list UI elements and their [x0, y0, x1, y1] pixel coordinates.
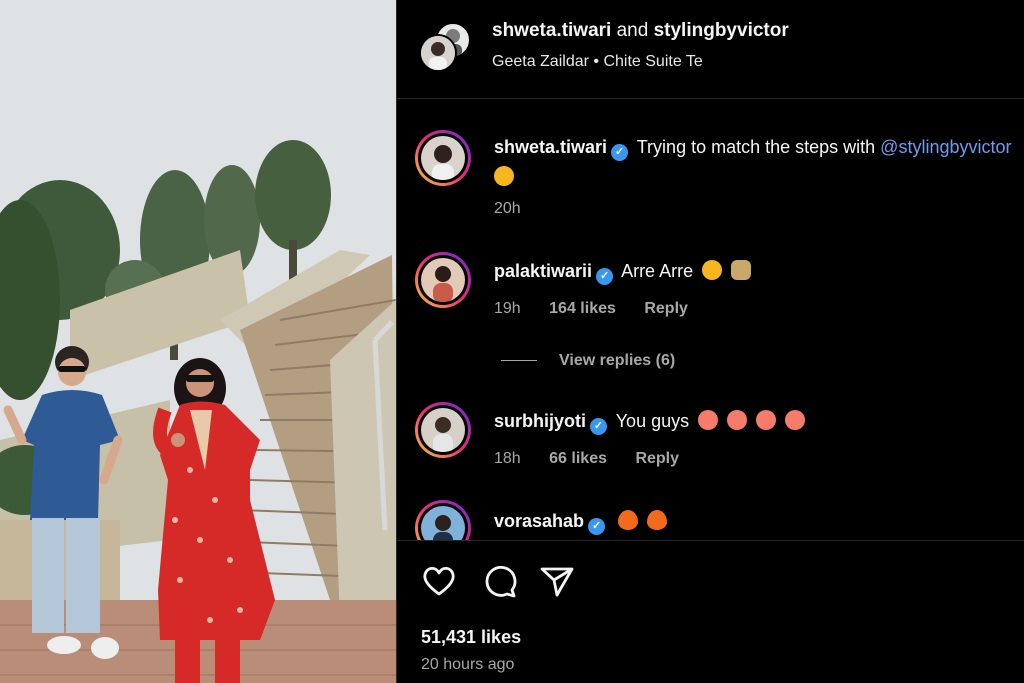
comment-body: Arre Arre [621, 261, 694, 281]
caption-username[interactable]: shweta.tiwari [494, 137, 607, 157]
verified-badge-icon: ✓ [588, 518, 606, 535]
divider-line [501, 360, 537, 362]
audio-artist[interactable]: Geeta Zaildar [492, 53, 589, 70]
post-time[interactable]: 20 hours ago [421, 656, 514, 674]
likes-count[interactable]: 51,431 likes [421, 627, 521, 648]
comment-username[interactable]: surbhijyoti [494, 411, 586, 431]
comment-likes[interactable]: 164 likes [549, 300, 616, 317]
comment-time[interactable]: 19h [494, 300, 521, 317]
comment-icon[interactable] [479, 561, 519, 601]
folded-hands-emoji-icon [731, 260, 752, 280]
comment-clip: vorasahab ✓ [397, 490, 1024, 540]
post-actions: 51,431 likes 20 hours ago [397, 540, 1024, 683]
comment-avatar[interactable] [415, 402, 471, 458]
heart-eyes-emoji-icon [756, 410, 777, 430]
heart-eyes-emoji-icon [727, 410, 748, 430]
reply-button[interactable]: Reply [635, 450, 679, 467]
caption-emoji [494, 166, 514, 188]
comment-text: palaktiwarii ✓ Arre Arre [494, 260, 752, 285]
audio-track[interactable]: Chite Suite Te [603, 53, 702, 70]
comment-body: You guys [615, 411, 690, 431]
comment-avatar[interactable] [415, 500, 471, 540]
post-media[interactable] [0, 0, 396, 683]
collaborator-username[interactable]: stylingbyvictor [654, 20, 789, 41]
caption-text: shweta.tiwari ✓ Trying to match the steps… [494, 137, 1011, 161]
comment-username[interactable]: vorasahab [494, 511, 584, 531]
share-icon[interactable] [537, 561, 577, 601]
heart-eyes-emoji-icon [698, 410, 719, 430]
heart-icon[interactable] [419, 561, 459, 601]
heart-eyes-emoji-icon [785, 410, 806, 430]
pleading-face-emoji-icon [702, 260, 723, 280]
reply-button[interactable]: Reply [644, 300, 688, 317]
caption-meta: 20h [494, 200, 545, 218]
verified-badge-icon: ✓ [590, 418, 608, 435]
fire-emoji-icon [618, 510, 639, 530]
comment-avatar[interactable] [415, 252, 471, 308]
post-panel: shweta.tiwari and stylingbyvictor Geeta … [396, 0, 1024, 683]
verified-badge-icon: ✓ [596, 268, 614, 285]
dizzy-face-emoji-icon [494, 166, 514, 186]
comment-time[interactable]: 18h [494, 450, 521, 467]
audio-separator: • [593, 53, 599, 70]
view-replies-button[interactable]: View replies (6) [501, 352, 675, 370]
author-avatar[interactable] [419, 34, 457, 72]
post-header: shweta.tiwari and stylingbyvictor Geeta … [397, 0, 1024, 99]
comment-meta: 19h 164 likes Reply [494, 300, 712, 318]
comment-text: surbhijyoti ✓ You guys [494, 410, 806, 435]
comment-text: vorasahab ✓ [494, 510, 668, 535]
view-replies-label: View replies (6) [559, 352, 676, 369]
comment-username[interactable]: palaktiwarii [494, 261, 592, 281]
verified-badge-icon: ✓ [611, 144, 629, 161]
fire-emoji-icon [647, 510, 668, 530]
authors-connector: and [616, 20, 649, 41]
post-authors: shweta.tiwari and stylingbyvictor [492, 20, 789, 42]
author-username[interactable]: shweta.tiwari [492, 20, 611, 41]
caption-body: Trying to match the steps with [636, 137, 881, 157]
comment-likes[interactable]: 66 likes [549, 450, 607, 467]
caption-mention[interactable]: @stylingbyvictor [880, 137, 1011, 157]
caption-avatar[interactable] [415, 130, 471, 186]
comment-meta: 18h 66 likes Reply [494, 450, 703, 468]
audio-info[interactable]: Geeta Zaildar • Chite Suite Te [492, 53, 703, 71]
caption-time[interactable]: 20h [494, 200, 521, 217]
post-photo [0, 0, 396, 683]
